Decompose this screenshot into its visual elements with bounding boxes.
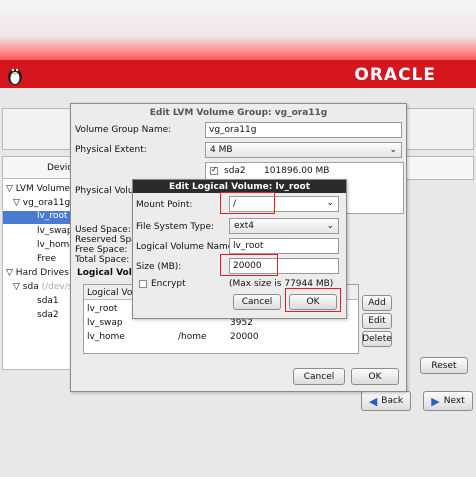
vg-ok-button[interactable]: OK — [351, 368, 399, 385]
lv-row-name[interactable]: lv_swap — [87, 318, 123, 328]
lv-row-size: 20000 — [230, 332, 259, 342]
edit-button[interactable]: Edit — [362, 313, 392, 329]
filesystem-type-value: ext4 — [234, 221, 254, 231]
chevron-down-icon: ⌄ — [326, 221, 334, 231]
tree-item-hard-drives[interactable]: ▽ Hard Drives — [6, 268, 69, 278]
encrypt-label: Encrypt — [151, 279, 186, 289]
lv-name-input[interactable]: lv_root — [229, 238, 339, 254]
lv-cancel-button[interactable]: Cancel — [233, 294, 281, 310]
vg-name-label: Volume Group Name: — [75, 125, 172, 135]
lv-row-name[interactable]: lv_root — [87, 304, 117, 314]
annotation-box-ok — [285, 288, 341, 312]
next-arrow-icon: ▶ — [431, 394, 440, 408]
reset-button[interactable]: Reset — [420, 357, 468, 374]
lv-row-mount: /home — [178, 332, 207, 342]
tree-item-lvm[interactable]: ▽ LVM Volume G — [6, 184, 80, 194]
back-button[interactable]: ◀ Back — [361, 391, 411, 411]
pv-size: 101896.00 MB — [264, 166, 330, 176]
annotation-box-mount — [220, 192, 275, 214]
mount-point-label: Mount Point: — [136, 200, 193, 210]
delete-button[interactable]: Delete — [362, 331, 392, 347]
annotation-box-size — [220, 254, 278, 276]
total-space-label: Total Space: — [75, 255, 130, 265]
lv-dialog-title: Edit Logical Volume: lv_root — [168, 182, 311, 192]
vg-dialog-title: Edit LVM Volume Group: vg_ora11g — [149, 108, 328, 118]
next-label: Next — [443, 396, 465, 406]
physical-extent-select[interactable]: 4 MB ⌄ — [205, 142, 402, 158]
free-space-label: Free Space: — [75, 245, 128, 255]
logical-volumes-section-label: Logical Volu — [77, 268, 139, 278]
device-column-header: Devic — [47, 163, 73, 173]
lv-row-size: 3952 — [230, 318, 253, 328]
lv-row-name[interactable]: lv_home — [87, 332, 125, 342]
add-button[interactable]: Add — [362, 295, 392, 311]
tree-item-free[interactable]: Free — [37, 254, 56, 264]
chevron-down-icon[interactable]: ⌄ — [326, 198, 334, 208]
filesystem-type-select[interactable]: ext4 ⌄ — [229, 218, 339, 234]
oracle-logo: ORACLE — [354, 65, 436, 85]
tree-item-sda2[interactable]: sda2 — [37, 310, 59, 320]
tree-item-sda1[interactable]: sda1 — [37, 296, 59, 306]
lv-name-label: Logical Volume Name: — [136, 242, 237, 252]
checkmark-icon: ✓ — [211, 165, 218, 174]
used-space-label: Used Space: — [75, 225, 131, 235]
back-arrow-icon: ◀ — [368, 394, 378, 408]
pv-checkbox[interactable]: ✓ — [210, 165, 218, 175]
pv-device: sda2 — [224, 166, 246, 176]
tree-item-vg[interactable]: ▽ vg_ora11g — [13, 198, 70, 208]
tree-item-lv-swap[interactable]: lv_swap — [37, 226, 73, 236]
filesystem-type-label: File System Type: — [136, 222, 215, 232]
chevron-down-icon: ⌄ — [389, 145, 397, 155]
back-label: Back — [381, 396, 404, 406]
physical-extent-label: Physical Extent: — [75, 145, 147, 155]
top-banner — [0, 0, 476, 60]
next-button[interactable]: ▶ Next — [423, 391, 473, 411]
vg-name-input[interactable]: vg_ora11g — [205, 122, 402, 138]
tux-logo-icon — [8, 68, 22, 85]
size-label: Size (MB): — [136, 262, 182, 272]
physical-extent-value: 4 MB — [210, 145, 233, 155]
vg-cancel-button[interactable]: Cancel — [293, 368, 345, 385]
encrypt-checkbox[interactable] — [139, 280, 147, 288]
